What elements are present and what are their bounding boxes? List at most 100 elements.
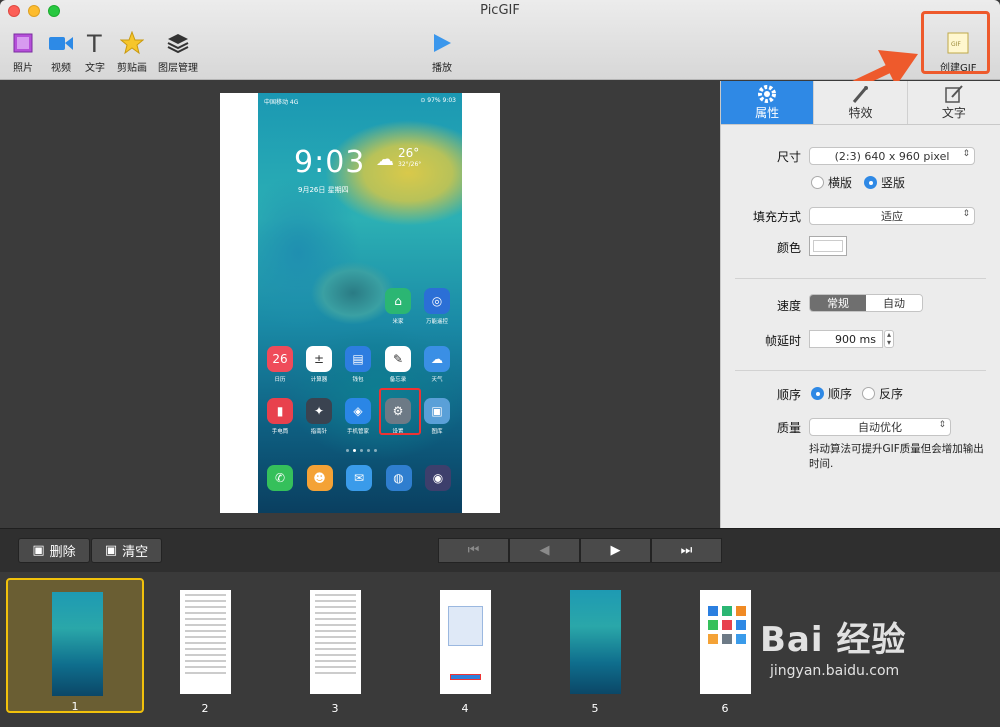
dock-app: ✉ (341, 465, 377, 491)
settings-highlight-box (379, 388, 421, 435)
speed-normal-option[interactable]: 常规 (810, 295, 866, 311)
app-icon: 26 (267, 346, 293, 372)
order-reverse-radio[interactable]: 反序 (862, 385, 903, 402)
app-label: 钱包 (352, 377, 364, 383)
layers-icon (166, 30, 190, 56)
toolbar-play-button[interactable]: 播放 (431, 30, 453, 74)
app-icon: ◎ (424, 288, 450, 314)
toolbar-video-button[interactable]: 视频 (48, 30, 74, 74)
size-select-value: (2:3) 640 x 960 pixel (834, 149, 950, 163)
phone-app: ⌂ 米家 (380, 288, 416, 325)
canvas-page[interactable]: 中国移动 4G ⊙ 97% 9:03 9:03 ☁ 26° 32°/26° 9月2… (220, 93, 500, 513)
first-frame-button[interactable]: ⏮ (438, 538, 509, 563)
frame-number: 1 (71, 700, 79, 713)
frame-preview (440, 590, 491, 694)
phone-screenshot: 中国移动 4G ⊙ 97% 9:03 9:03 ☁ 26° 32°/26° 9月2… (258, 93, 462, 513)
frame-preview (570, 590, 621, 694)
phone-app: ▤ 钱包 (340, 346, 376, 383)
order-forward-radio[interactable]: 顺序 (811, 385, 852, 402)
clear-label: 清空 (122, 545, 149, 560)
magic-wand-icon (850, 84, 870, 104)
toolbar-layers-button[interactable]: 图层管理 (158, 30, 198, 74)
chevron-updown-icon: ⇕ (962, 209, 970, 219)
frame-delay-stepper[interactable]: ▴ ▾ (884, 330, 894, 348)
image-icon: ▣ (104, 543, 118, 558)
app-icon: ✎ (385, 346, 411, 372)
toolbar-video-label: 视频 (51, 63, 71, 74)
frame-thumbnail[interactable]: 5 (526, 578, 664, 715)
text-icon: T (84, 30, 106, 56)
color-swatch[interactable] (809, 236, 847, 256)
phone-temp-range: 32°/26° (398, 161, 422, 168)
phone-status-right: ⊙ 97% 9:03 (420, 97, 456, 104)
orientation-group: 横版 竖版 (811, 174, 905, 191)
chevron-updown-icon: ⇕ (962, 149, 970, 159)
app-window: PicGIF 照片 视频 T 文字 剪贴画 图层管理 播放 GIF 创建GIF … (0, 0, 1000, 727)
watermark-brand: Bai 经验 (760, 620, 907, 660)
phone-app: ▮ 手电筒 (262, 398, 298, 435)
app-icon: ⌂ (385, 288, 411, 314)
dock-app-icon: ☻ (306, 465, 333, 491)
toolbar-layers-label: 图层管理 (158, 63, 198, 74)
size-label: 尺寸 (776, 150, 801, 164)
toolbar-photo-button[interactable]: 照片 (12, 30, 34, 74)
frame-delay-input[interactable]: 900 ms (809, 330, 883, 348)
order-label: 顺序 (776, 388, 801, 402)
gear-icon (757, 84, 777, 104)
app-icon: ± (306, 346, 332, 372)
toolbar-clipart-button[interactable]: 剪贴画 (117, 30, 147, 74)
frame-number: 4 (461, 702, 469, 715)
tab-effects[interactable]: 特效 (814, 81, 908, 124)
dock-app: ☻ (302, 465, 338, 491)
star-icon (120, 30, 144, 56)
video-icon (48, 30, 74, 56)
frame-preview (700, 590, 751, 694)
edit-icon (944, 84, 964, 104)
frame-thumbnail[interactable]: 1 (6, 578, 144, 713)
app-label: 天气 (431, 377, 443, 383)
frame-delay-label: 帧延时 (764, 334, 801, 348)
tab-text[interactable]: 文字 (908, 81, 1000, 124)
frame-thumbnail[interactable]: 4 (396, 578, 534, 715)
speed-label: 速度 (776, 299, 801, 313)
toolbar-photo-label: 照片 (13, 63, 33, 74)
speed-auto-option[interactable]: 自动 (866, 295, 922, 311)
quality-note: 抖动算法可提升GIF质量但会增加输出时间. (809, 443, 984, 470)
frame-number: 5 (591, 702, 599, 715)
toolbar-clipart-label: 剪贴画 (117, 63, 147, 74)
dock-app: ✆ (262, 465, 298, 491)
next-frame-button[interactable]: ▶ (580, 538, 651, 563)
app-label: 万能遥控 (425, 319, 448, 325)
frame-thumbnail[interactable]: 2 (136, 578, 274, 715)
order-forward-label: 顺序 (828, 387, 853, 401)
size-select[interactable]: (2:3) 640 x 960 pixel ⇕ (809, 147, 975, 165)
dock-app: ◉ (420, 465, 456, 491)
toolbar-text-label: 文字 (85, 63, 105, 74)
watermark-url: jingyan.baidu.com (770, 663, 900, 679)
phone-date: 9月26日 星期四 (298, 186, 349, 194)
quality-select[interactable]: 自动优化 ⇕ (809, 418, 951, 436)
portrait-radio[interactable]: 竖版 (864, 174, 905, 191)
page-indicator (346, 449, 377, 452)
tab-properties[interactable]: 属性 (721, 81, 815, 124)
app-icon: ▤ (345, 346, 371, 372)
frame-thumbnail[interactable]: 3 (266, 578, 404, 715)
play-icon (431, 30, 453, 56)
app-label: 备忘录 (389, 377, 407, 383)
toolbar-text-button[interactable]: T 文字 (84, 30, 106, 74)
app-icon: ▣ (424, 398, 450, 424)
image-icon: ▣ (32, 543, 45, 558)
clear-frames-button[interactable]: ▣ 清空 (91, 538, 162, 563)
app-icon: ◈ (345, 398, 371, 424)
last-frame-button[interactable]: ⏭ (651, 538, 722, 563)
delete-frame-button[interactable]: ▣ 删除 (18, 538, 90, 563)
canvas-area: 中国移动 4G ⊙ 97% 9:03 9:03 ☁ 26° 32°/26° 9月2… (0, 81, 720, 528)
photo-icon (12, 30, 34, 56)
fill-mode-label: 填充方式 (752, 210, 801, 224)
landscape-radio[interactable]: 横版 (811, 174, 852, 191)
prev-frame-button[interactable]: ◀ (509, 538, 580, 563)
fill-mode-select[interactable]: 适应 ⇕ (809, 207, 975, 225)
phone-app: ◈ 手机管家 (340, 398, 376, 435)
app-label: 日历 (274, 377, 286, 383)
divider (735, 370, 986, 371)
